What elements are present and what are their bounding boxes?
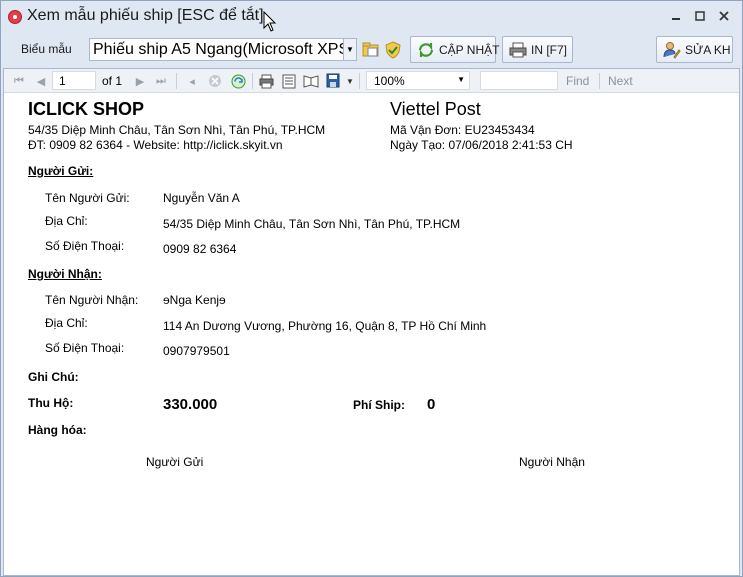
last-page-icon[interactable]: ⏭ bbox=[153, 73, 169, 89]
page-count: of 1 bbox=[102, 74, 123, 88]
sender-phone-value: 0909 82 6364 bbox=[163, 242, 237, 256]
receiver-name-value: ɘNga Kenjɘ bbox=[163, 293, 226, 307]
goods-label: Hàng hóa: bbox=[28, 423, 87, 437]
maximize-button[interactable] bbox=[689, 7, 711, 25]
note-label: Ghi Chú: bbox=[28, 370, 79, 384]
preview-window: Xem mẫu phiếu ship [ESC để tắt] Biểu mẫu… bbox=[0, 0, 743, 577]
shop-address: 54/35 Diệp Minh Châu, Tân Sơn Nhì, Tân P… bbox=[28, 123, 326, 137]
user-edit-icon bbox=[663, 41, 681, 59]
page-setup-icon[interactable] bbox=[303, 73, 319, 89]
first-page-icon[interactable]: ⏮ bbox=[11, 73, 27, 89]
print-label: IN [F7] bbox=[531, 42, 568, 57]
zoom-value: 100% bbox=[374, 74, 405, 88]
receiver-signature-label: Người Nhận bbox=[519, 455, 585, 469]
sender-address-label: Địa Chỉ: bbox=[45, 214, 88, 228]
shield-check-icon[interactable] bbox=[384, 41, 402, 59]
minimize-icon bbox=[672, 18, 680, 20]
template-select[interactable]: Phiếu ship A5 Ngang(Microsoft XPS ▼ bbox=[89, 38, 357, 61]
shop-name: ICLICK SHOP bbox=[28, 99, 145, 119]
mouse-cursor-icon bbox=[263, 11, 277, 32]
next-page-icon[interactable]: ▶ bbox=[132, 73, 148, 89]
chevron-down-icon[interactable]: ▼ bbox=[343, 39, 356, 60]
sender-address-value: 54/35 Diệp Minh Châu, Tân Sơn Nhì, Tân P… bbox=[163, 217, 461, 231]
stop-icon[interactable] bbox=[207, 73, 223, 89]
zoom-select[interactable]: 100% ▼ bbox=[366, 71, 470, 90]
close-icon bbox=[719, 11, 729, 21]
separator bbox=[176, 73, 177, 89]
receiver-phone-value: 0907979501 bbox=[163, 344, 230, 358]
print-layout-icon[interactable] bbox=[281, 73, 297, 89]
chevron-down-icon: ▼ bbox=[457, 75, 465, 84]
shipping-document: ICLICK SHOP 54/35 Diệp Minh Châu, Tân Sơ… bbox=[4, 94, 739, 575]
update-button[interactable]: CẬP NHẬT bbox=[410, 36, 500, 63]
refresh-icon bbox=[417, 41, 435, 59]
export-icon[interactable] bbox=[326, 73, 342, 89]
back-icon[interactable]: ◂ bbox=[184, 73, 200, 89]
shop-contact: ĐT: 0909 82 6364 - Website: http://iclic… bbox=[28, 138, 283, 152]
receiver-name-label: Tên Người Nhận: bbox=[45, 293, 139, 307]
separator bbox=[599, 73, 600, 89]
sender-heading: Người Gửi: bbox=[28, 164, 94, 178]
update-label: CẬP NHẬT bbox=[439, 42, 500, 57]
receiver-address-value: 114 An Dương Vương, Phường 16, Quận 8, T… bbox=[163, 319, 487, 333]
close-button[interactable] bbox=[713, 7, 735, 25]
sender-name-value: Nguyễn Văn A bbox=[163, 191, 240, 205]
next-link[interactable]: Next bbox=[608, 74, 633, 88]
ship-fee-value: 0 bbox=[427, 396, 436, 413]
tracking-code: Mã Vận Đơn: EU23453434 bbox=[390, 123, 535, 137]
separator bbox=[252, 73, 253, 89]
page-number-input[interactable]: 1 bbox=[52, 71, 96, 90]
title-bar[interactable]: Xem mẫu phiếu ship [ESC để tắt] bbox=[1, 1, 742, 33]
find-link[interactable]: Find bbox=[566, 74, 589, 88]
receiver-phone-label: Số Điện Thoại: bbox=[45, 341, 125, 355]
report-viewer: ⏮ ◀ 1 of 1 ▶ ⏭ ◂ ▼ 100% ▼ Find Next ICLI… bbox=[3, 68, 740, 576]
print-report-icon[interactable] bbox=[258, 73, 274, 89]
toolbar: Biểu mẫu Phiếu ship A5 Ngang(Microsoft X… bbox=[1, 33, 742, 67]
template-label: Biểu mẫu bbox=[21, 42, 72, 56]
sender-phone-label: Số Điện Thoại: bbox=[45, 239, 125, 253]
find-input[interactable] bbox=[480, 71, 558, 90]
export-dropdown-icon[interactable]: ▼ bbox=[342, 73, 358, 89]
template-select-value: Phiếu ship A5 Ngang(Microsoft XPS bbox=[93, 41, 350, 58]
maximize-icon bbox=[695, 11, 705, 21]
carrier-name: Viettel Post bbox=[390, 99, 481, 119]
receiver-address-label: Địa Chỉ: bbox=[45, 316, 88, 330]
receiver-heading: Người Nhận: bbox=[28, 267, 102, 281]
sender-name-label: Tên Người Gửi: bbox=[45, 191, 130, 205]
print-button[interactable]: IN [F7] bbox=[502, 36, 573, 63]
cod-value: 330.000 bbox=[163, 396, 218, 413]
minimize-button[interactable] bbox=[665, 7, 687, 25]
edit-customer-label: SỬA KH bbox=[685, 42, 731, 57]
sender-signature-label: Người Gửi bbox=[146, 455, 204, 469]
cod-label: Thu Hộ: bbox=[28, 396, 74, 410]
created-date: Ngày Tạo: 07/06/2018 2:41:53 CH bbox=[390, 138, 573, 152]
report-toolbar: ⏮ ◀ 1 of 1 ▶ ⏭ ◂ ▼ 100% ▼ Find Next bbox=[4, 69, 739, 93]
ship-fee-label: Phí Ship: bbox=[353, 398, 405, 412]
separator bbox=[359, 73, 360, 89]
app-icon bbox=[8, 10, 22, 24]
folder-icon[interactable] bbox=[362, 41, 380, 59]
refresh-report-icon[interactable] bbox=[230, 73, 246, 89]
edit-customer-button[interactable]: SỬA KH bbox=[656, 36, 733, 63]
printer-icon bbox=[509, 41, 527, 59]
previous-page-icon[interactable]: ◀ bbox=[33, 73, 49, 89]
window-title: Xem mẫu phiếu ship [ESC để tắt] bbox=[27, 7, 264, 24]
